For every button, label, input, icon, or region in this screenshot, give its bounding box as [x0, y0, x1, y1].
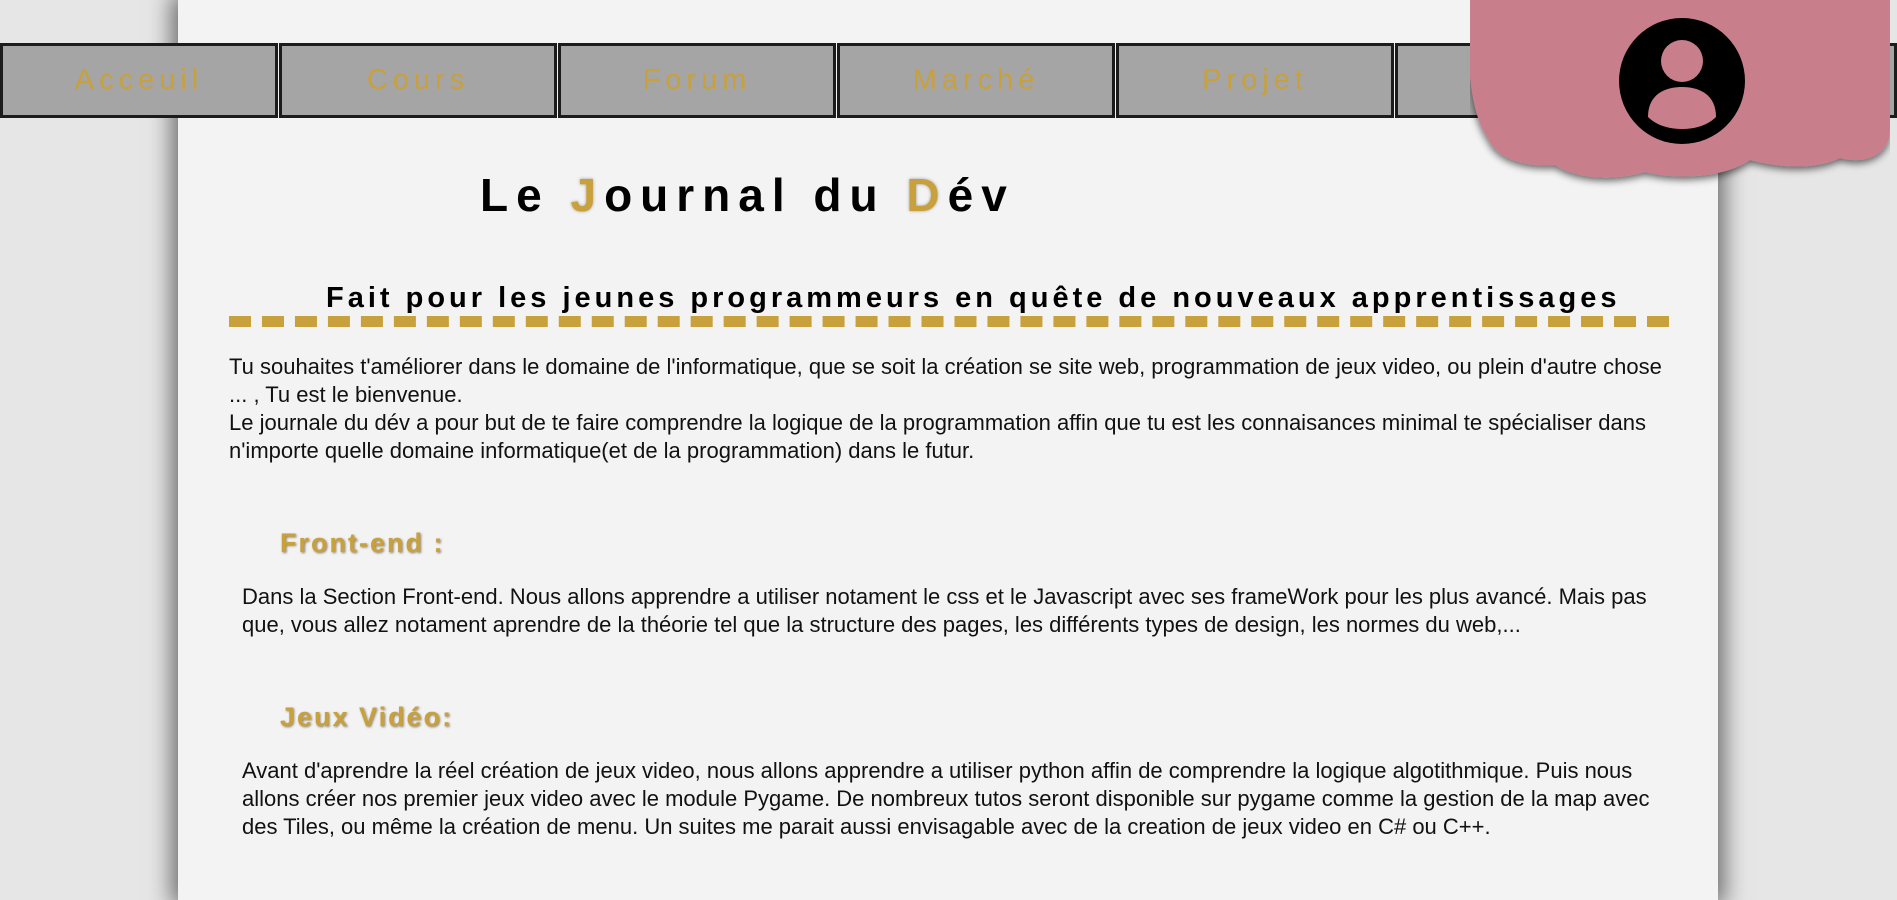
tagline: Fait pour les jeunes programmeurs en quê…	[326, 282, 1621, 314]
section-title-jeux-video: Jeux Vidéo:	[280, 702, 454, 732]
title-part-2: ournal du	[604, 169, 907, 221]
title-accent-j: J	[570, 169, 605, 221]
nav-item-marche[interactable]: Marché	[837, 43, 1115, 118]
title-accent-d: D	[906, 169, 948, 221]
account-circle-icon[interactable]	[1618, 17, 1746, 145]
nav-item-acceuil[interactable]: Acceuil	[0, 43, 278, 118]
title-part-1: Le	[480, 169, 571, 221]
profile-menu[interactable]	[1470, 0, 1890, 200]
section-body-front-end: Dans la Section Front-end. Nous allons a…	[242, 584, 1647, 637]
section-title-front-end: Front-end :	[280, 528, 445, 558]
dashed-divider	[229, 316, 1669, 327]
title-part-3: év	[947, 169, 1015, 221]
nav-item-projet[interactable]: Projet	[1116, 43, 1394, 118]
site-title: Le Journal du Dév	[480, 168, 1015, 222]
nav-item-cours[interactable]: Cours	[279, 43, 557, 118]
section-body-jeux-video: Avant d'aprendre la réel création de jeu…	[242, 758, 1650, 839]
intro-paragraph-1: Tu souhaites t'améliorer dans le domaine…	[229, 354, 1662, 407]
nav-item-forum[interactable]: Forum	[558, 43, 836, 118]
intro-paragraph-2: Le journale du dév a pour but de te fair…	[229, 410, 1646, 463]
